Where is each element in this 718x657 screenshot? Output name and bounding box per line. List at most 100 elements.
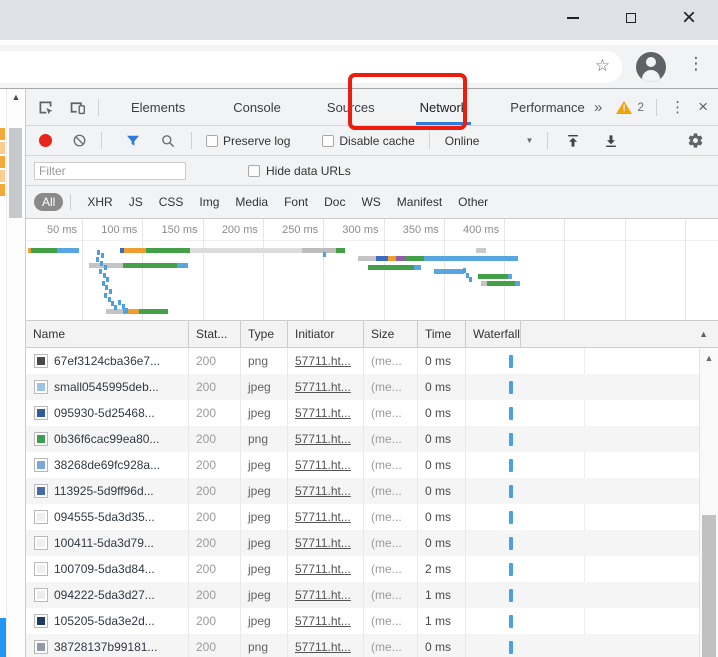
cell-name[interactable]: 100411-5da3d79... <box>26 530 189 556</box>
type-filter-media[interactable]: Media <box>235 195 268 209</box>
restore-button[interactable] <box>602 0 660 36</box>
table-row[interactable]: 113925-5d9ff96d...200jpeg57711.ht...(me.… <box>26 478 699 504</box>
page-scrollbar-up-icon[interactable]: ▲ <box>7 92 25 102</box>
type-filter-img[interactable]: Img <box>199 195 219 209</box>
initiator-link[interactable]: 57711.ht... <box>295 458 351 472</box>
table-row[interactable]: 105205-5da3e2d...200jpeg57711.ht...(me..… <box>26 608 699 634</box>
tab-performance[interactable]: Performance <box>504 89 590 125</box>
inspect-element-button[interactable] <box>35 97 55 117</box>
initiator-link[interactable]: 57711.ht... <box>295 588 351 602</box>
preserve-log-checkbox[interactable] <box>206 135 218 147</box>
column-header-size[interactable]: Size <box>364 321 418 347</box>
preserve-log-label[interactable]: Preserve log <box>223 134 290 148</box>
tab-elements[interactable]: Elements <box>125 89 191 125</box>
table-row[interactable]: 67ef3124cba36e7...200png57711.ht...(me..… <box>26 348 699 374</box>
table-row[interactable]: 100411-5da3d79...200jpeg57711.ht...(me..… <box>26 530 699 556</box>
minimize-button[interactable] <box>544 0 602 36</box>
type-filter-all[interactable]: All <box>34 193 63 211</box>
cell-name[interactable]: 67ef3124cba36e7... <box>26 348 189 374</box>
close-window-button[interactable]: × <box>660 0 718 36</box>
table-scrollbar-up-icon[interactable]: ▲ <box>700 353 718 363</box>
cell-name[interactable]: 105205-5da3e2d... <box>26 608 189 634</box>
throttling-select[interactable]: Online <box>445 134 480 148</box>
column-header-stat[interactable]: Stat... <box>189 321 241 347</box>
column-header-type[interactable]: Type <box>241 321 288 347</box>
initiator-link[interactable]: 57711.ht... <box>295 510 351 524</box>
device-toolbar-button[interactable] <box>67 97 87 117</box>
initiator-link[interactable]: 57711.ht... <box>295 614 351 628</box>
table-row[interactable]: 094555-5da3d35...200jpeg57711.ht...(me..… <box>26 504 699 530</box>
record-button[interactable] <box>39 134 52 147</box>
settings-button[interactable] <box>685 131 705 151</box>
page-scrollbar-thumb[interactable] <box>9 128 22 218</box>
tab-network[interactable]: Network <box>414 89 474 125</box>
initiator-link[interactable]: 57711.ht... <box>295 536 351 550</box>
tab-console[interactable]: Console <box>227 89 287 125</box>
network-overview[interactable]: 50 ms100 ms150 ms200 ms250 ms300 ms350 m… <box>26 219 718 321</box>
size-value: (me... <box>371 614 402 628</box>
bookmark-star-icon[interactable]: ☆ <box>595 56 610 76</box>
devtools-menu-icon[interactable]: ⋮ <box>670 98 685 116</box>
initiator-link[interactable]: 57711.ht... <box>295 406 351 420</box>
disable-cache-label[interactable]: Disable cache <box>339 134 414 148</box>
initiator-link[interactable]: 57711.ht... <box>295 562 351 576</box>
type-filter-other[interactable]: Other <box>458 195 488 209</box>
table-row[interactable]: 094222-5da3d27...200jpeg57711.ht...(me..… <box>26 582 699 608</box>
overview-request-bar <box>28 248 79 253</box>
address-bar[interactable]: ☆ <box>0 51 622 83</box>
cell-name[interactable]: 094555-5da3d35... <box>26 504 189 530</box>
type-filter-css[interactable]: CSS <box>159 195 184 209</box>
import-har-button[interactable] <box>563 131 583 151</box>
table-row[interactable]: 100709-5da3d84...200jpeg57711.ht...(me..… <box>26 556 699 582</box>
cell-name[interactable]: 094222-5da3d27... <box>26 582 189 608</box>
export-har-button[interactable] <box>601 131 621 151</box>
table-scrollbar-thumb[interactable] <box>702 515 716 657</box>
column-header-time[interactable]: Time <box>418 321 466 347</box>
column-header-waterfall[interactable]: Waterfall <box>466 321 521 347</box>
warning-count[interactable]: 2 <box>637 100 644 114</box>
type-filter-manifest[interactable]: Manifest <box>397 195 442 209</box>
table-row[interactable]: small0545995deb...200jpeg57711.ht...(me.… <box>26 374 699 400</box>
initiator-link[interactable]: 57711.ht... <box>295 432 351 446</box>
cell-name[interactable]: 100709-5da3d84... <box>26 556 189 582</box>
table-row[interactable]: 38728137b99181...200png57711.ht...(me...… <box>26 634 699 657</box>
type-filter-font[interactable]: Font <box>284 195 308 209</box>
warning-icon[interactable] <box>616 101 632 114</box>
search-button[interactable] <box>158 131 178 151</box>
column-header-name[interactable]: Name <box>26 321 189 347</box>
cell-name[interactable]: 095930-5d25468... <box>26 400 189 426</box>
cell-name[interactable]: 0b36f6cac99ea80... <box>26 426 189 452</box>
table-row[interactable]: 38268de69fc928a...200jpeg57711.ht...(me.… <box>26 452 699 478</box>
page-scrollbar[interactable]: ▲ <box>6 89 25 657</box>
disable-cache-checkbox[interactable] <box>322 135 334 147</box>
initiator-link[interactable]: 57711.ht... <box>295 484 351 498</box>
filter-toggle-button[interactable] <box>123 131 143 151</box>
table-row[interactable]: 095930-5d25468...200jpeg57711.ht...(me..… <box>26 400 699 426</box>
table-row[interactable]: 0b36f6cac99ea80...200png57711.ht...(me..… <box>26 426 699 452</box>
type-filter-js[interactable]: JS <box>129 195 143 209</box>
chevron-down-icon[interactable]: ▼ <box>525 136 533 145</box>
cell-name[interactable]: small0545995deb... <box>26 374 189 400</box>
cell-name[interactable]: 113925-5d9ff96d... <box>26 478 189 504</box>
browser-menu-icon[interactable]: ⋮ <box>684 54 708 74</box>
column-header-initiator[interactable]: Initiator <box>288 321 364 347</box>
hide-data-urls-checkbox[interactable] <box>248 165 260 177</box>
table-scrollbar[interactable]: ▲ <box>699 348 718 657</box>
initiator-link[interactable]: 57711.ht... <box>295 640 351 654</box>
type-filter-ws[interactable]: WS <box>361 195 380 209</box>
sort-ascending-icon[interactable]: ▲ <box>699 329 708 339</box>
devtools-close-icon[interactable]: × <box>698 97 708 117</box>
tab-sources[interactable]: Sources <box>321 89 381 125</box>
initiator-link[interactable]: 57711.ht... <box>295 354 351 368</box>
hide-data-urls-label[interactable]: Hide data URLs <box>266 164 351 178</box>
initiator-link[interactable]: 57711.ht... <box>295 380 351 394</box>
more-tabs-icon[interactable]: » <box>594 99 602 116</box>
type-filter-xhr[interactable]: XHR <box>87 195 112 209</box>
cell-name[interactable]: 38268de69fc928a... <box>26 452 189 478</box>
clear-button[interactable] <box>69 131 89 151</box>
type-filter-doc[interactable]: Doc <box>324 195 345 209</box>
bar-segment <box>139 309 168 314</box>
cell-name[interactable]: 38728137b99181... <box>26 634 189 657</box>
profile-avatar[interactable] <box>636 52 666 82</box>
filter-input[interactable] <box>34 162 186 180</box>
